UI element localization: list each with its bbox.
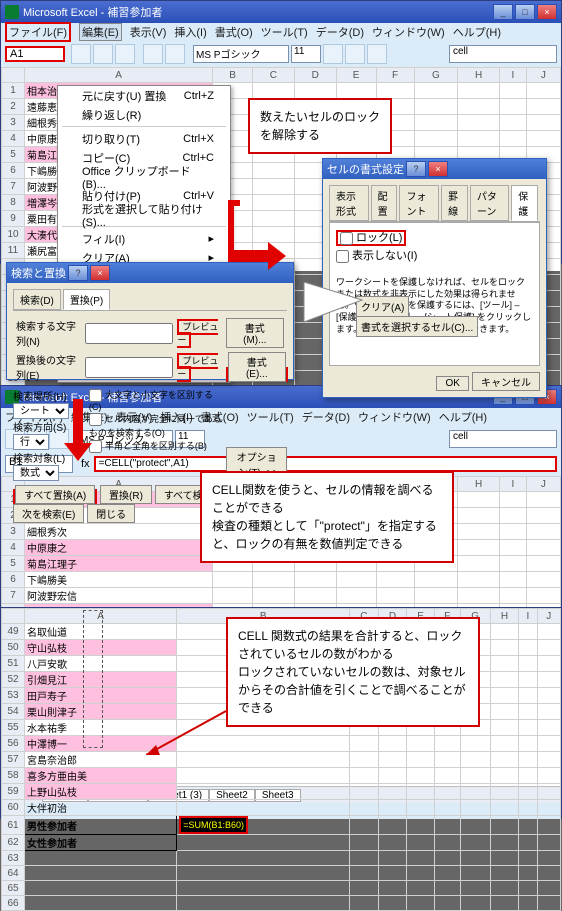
tb-italic-icon[interactable] [345,44,365,64]
excel-app-icon [5,5,19,19]
within-select[interactable]: シート [13,403,69,419]
name-box[interactable]: A1 [5,46,65,62]
dialog-title: セルの書式設定 [327,161,404,177]
hide-label: 表示しない(I) [352,250,417,262]
window-titlebar: Microsoft Excel - 補習参加者 _ □ × [1,1,561,23]
find-dialog-title: 検索と置換 [11,265,66,281]
window-title: Microsoft Excel - 補習参加者 [23,4,162,20]
close-button[interactable]: × [537,4,557,20]
tab-alignment[interactable]: 配置 [371,185,398,221]
ok-button[interactable]: OK [436,376,468,391]
dialog-close-button[interactable]: × [428,161,448,177]
menu-help[interactable]: ヘルプ(H) [453,24,501,40]
replace-input[interactable] [85,357,173,378]
maximize-button[interactable]: □ [515,4,535,20]
lock-checkbox[interactable] [340,232,353,245]
format-from-cell-popup[interactable]: 書式を選択するセル(C)... [356,316,478,337]
mi-redo[interactable]: 繰り返し(R) [58,105,230,124]
menu-window[interactable]: ウィンドウ(W) [372,24,445,40]
replace-button[interactable]: 置換(R) [100,485,152,504]
lock-label: ロック(L) [356,232,402,244]
tb-bold-icon[interactable] [323,44,343,64]
find-format-button[interactable]: 書式(M)... [226,318,284,348]
mi-undo[interactable]: 元に戻す(U) 置換Ctrl+Z [58,86,230,105]
find-close-button[interactable]: × [90,265,110,281]
tab-number[interactable]: 表示形式 [329,185,369,221]
tb-open-icon[interactable] [93,44,113,64]
marquee-selection [83,610,103,748]
callout-unlock-cells: 数えたいセルのロックを解除する [248,98,392,154]
font-size-select[interactable]: 11 [291,45,321,63]
menu-insert[interactable]: 挿入(I) [174,24,206,40]
lookin-select[interactable]: 数式 [13,465,59,481]
tab-replace[interactable]: 置換(P) [63,289,110,310]
close-find-button[interactable]: 閉じる [87,504,135,523]
tb-new-icon[interactable] [71,44,91,64]
find-help-button[interactable]: ? [68,265,88,281]
cell-box[interactable]: cell [449,45,557,63]
menu-format[interactable]: 書式(O) [215,24,253,40]
mi-cut[interactable]: 切り取り(T)Ctrl+X [58,129,230,148]
tb-save-icon[interactable] [115,44,135,64]
tab-protection[interactable]: 保護 [511,185,538,221]
replace-preview: プレビュー [177,353,218,382]
tb-preview-icon[interactable] [165,44,185,64]
tb-underline-icon[interactable] [367,44,387,64]
menu-window[interactable]: ウィンドウ(W) [358,409,431,425]
dialog-tabs: 表示形式 配置 フォント 罫線 パターン 保護 [329,185,540,222]
replace-format-button[interactable]: 書式(E)... [228,352,286,382]
mi-clipboard[interactable]: Office クリップボード(B)... [58,167,230,186]
font-name-select[interactable]: MS Pゴシック [193,45,289,63]
cancel-button[interactable]: キャンセル [472,372,540,391]
tab-find[interactable]: 検索(D) [13,289,61,310]
toolbar: A1 MS Pゴシック 11 cell [1,41,561,67]
find-next-button[interactable]: 次を検索(E) [13,504,84,523]
menu-data[interactable]: データ(D) [316,24,364,40]
minimize-button[interactable]: _ [493,4,513,20]
find-input[interactable] [85,323,173,344]
hide-checkbox[interactable] [336,250,349,263]
clear-popup[interactable]: クリア(A) [356,296,409,317]
menu-help[interactable]: ヘルプ(H) [439,409,487,425]
mi-paste-special[interactable]: 形式を選択して貼り付け(S)... [58,205,230,224]
mi-fill[interactable]: フィル(I)▸ [58,229,230,248]
tab-font[interactable]: フォント [399,185,439,221]
menu-edit[interactable]: 編集(E) [79,23,122,41]
menu-bar: ファイル(F) 編集(E) 表示(V) 挿入(I) 書式(O) ツール(T) デ… [1,23,561,41]
callout-cell-function: CELL関数を使うと、セルの情報を調べることができる 検査の種類として「"pro… [200,471,454,563]
tb-print-icon[interactable] [143,44,163,64]
menu-data[interactable]: データ(D) [302,409,350,425]
find-replace-dialog: 検索と置換?× 検索(D) 置換(P) 検索する文字列(N) プレビュー 書式(… [6,262,294,380]
tab-border[interactable]: 罫線 [441,185,468,221]
direction-select[interactable]: 行 [13,434,49,450]
tab-pattern[interactable]: パターン [470,185,509,221]
replace-all-button[interactable]: すべて置換(A) [15,485,95,504]
cell-box[interactable]: cell [449,430,557,448]
lbl-replace-with: 置換後の文字列(E) [15,351,82,383]
find-preview: プレビュー [177,319,218,348]
menu-file[interactable]: ファイル(F) [5,22,71,42]
menu-tools[interactable]: ツール(T) [261,24,308,40]
callout-sum-locked: CELL 関数式の結果を合計すると、ロックされているセルの数がわかる ロックされ… [226,617,480,727]
lbl-find-what: 検索する文字列(N) [15,317,82,349]
dialog-help-button[interactable]: ? [406,161,426,177]
menu-view[interactable]: 表示(V) [130,24,167,40]
format-cells-dialog: セルの書式設定?× 表示形式 配置 フォント 罫線 パターン 保護 ロック(L)… [322,158,547,398]
